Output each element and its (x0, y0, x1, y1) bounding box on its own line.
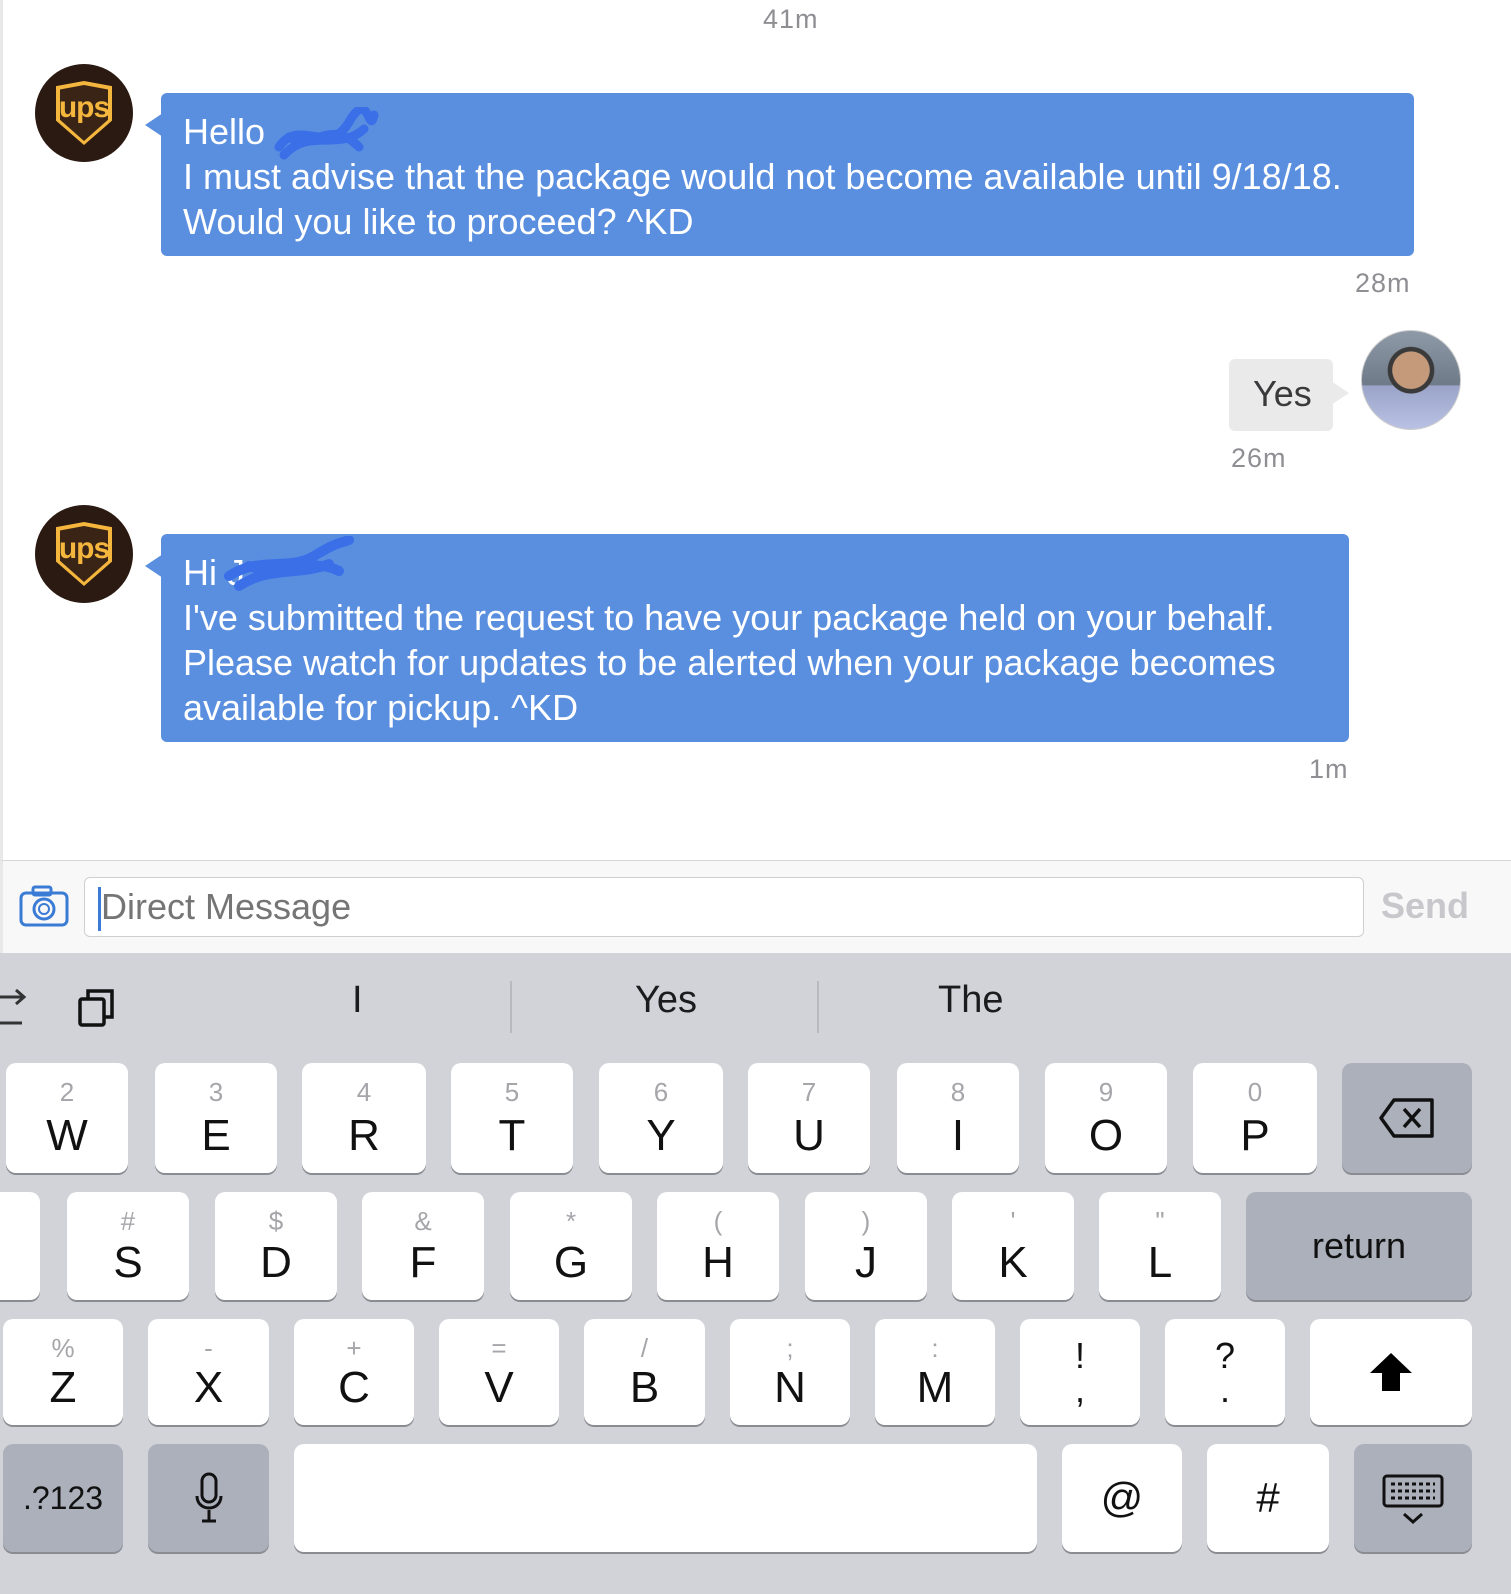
message-time: 26m (1231, 443, 1287, 473)
keyboard: I Yes The 2W 3E 4R 5T 6Y 7U 8I 9O 0P # S … (0, 953, 1511, 1594)
timestamp: 41m (763, 4, 819, 34)
microphone-icon (195, 1472, 223, 1523)
direct-message-input[interactable] (84, 877, 1364, 937)
key-exclamation-comma[interactable]: ! , (1020, 1319, 1140, 1425)
key-m[interactable]: :M (875, 1319, 995, 1425)
key-d[interactable]: $ D (215, 1192, 337, 1300)
message-bubble-incoming[interactable]: Hello I must advise that the package wou… (145, 93, 1414, 256)
message-text: Yes (1253, 373, 1312, 414)
ups-logo-icon: ups (56, 81, 112, 145)
message-bubble-incoming[interactable]: Hi J I've submitted the request to have … (145, 534, 1349, 742)
key-f[interactable]: & F (362, 1192, 484, 1300)
message-line: I've submitted the request to have your … (183, 597, 1275, 638)
text-cursor (98, 887, 101, 931)
suggestion-item[interactable]: Yes (635, 979, 697, 1022)
space-key[interactable] (294, 1444, 1037, 1552)
redaction-scribble (224, 536, 354, 591)
key-z[interactable]: % Z (3, 1319, 123, 1425)
key-a-partial[interactable] (0, 1192, 40, 1300)
at-key[interactable]: @ (1062, 1444, 1182, 1552)
return-key[interactable]: return (1246, 1192, 1472, 1300)
key-u[interactable]: 7U (748, 1063, 870, 1173)
key-w[interactable]: 2W (6, 1063, 128, 1173)
ups-avatar[interactable]: ups (35, 505, 133, 603)
numbers-key[interactable]: .?123 (3, 1444, 123, 1552)
hash-key[interactable]: # (1207, 1444, 1329, 1552)
key-b[interactable]: / B (584, 1319, 705, 1425)
key-s[interactable]: # S (67, 1192, 189, 1300)
user-avatar[interactable] (1361, 330, 1461, 430)
key-v[interactable]: = V (439, 1319, 559, 1425)
backspace-icon (1379, 1098, 1434, 1138)
key-x[interactable]: -X (148, 1319, 269, 1425)
suggestion-item[interactable]: The (938, 979, 1003, 1022)
key-c[interactable]: + C (294, 1319, 414, 1425)
key-r[interactable]: 4R (302, 1063, 426, 1173)
key-k[interactable]: ' K (952, 1192, 1074, 1300)
key-n[interactable]: ; N (730, 1319, 850, 1425)
key-o[interactable]: 9O (1045, 1063, 1167, 1173)
key-y[interactable]: 6Y (599, 1063, 723, 1173)
shift-icon (1370, 1353, 1412, 1391)
redaction-scribble (274, 107, 379, 160)
key-l[interactable]: " L (1099, 1192, 1221, 1300)
message-composer: Send (0, 860, 1511, 953)
cursor-move-icon[interactable] (0, 985, 30, 1029)
key-g[interactable]: * G (510, 1192, 632, 1300)
send-button[interactable]: Send (1381, 885, 1469, 927)
backspace-key[interactable] (1342, 1063, 1472, 1173)
message-time: 28m (1355, 268, 1411, 298)
message-line: Would you like to proceed? ^KD (183, 201, 694, 242)
message-line: available for pickup. ^KD (183, 687, 579, 728)
ups-logo-icon: ups (56, 522, 112, 586)
dictation-key[interactable] (148, 1444, 269, 1552)
clipboard-icon[interactable] (78, 987, 116, 1027)
key-question-period[interactable]: ? . (1165, 1319, 1285, 1425)
key-t[interactable]: 5T (451, 1063, 573, 1173)
message-line: Please watch for updates to be alerted w… (183, 642, 1276, 683)
shift-key[interactable] (1310, 1319, 1472, 1425)
keyboard-dismiss-icon (1382, 1474, 1444, 1525)
key-i[interactable]: 8I (897, 1063, 1019, 1173)
key-e[interactable]: 3E (155, 1063, 277, 1173)
key-h[interactable]: (H (657, 1192, 779, 1300)
conversation-area: 41m ups Hello I must advise that the pac… (0, 0, 1511, 875)
dismiss-keyboard-key[interactable] (1354, 1444, 1472, 1552)
key-p[interactable]: 0P (1193, 1063, 1317, 1173)
camera-icon[interactable] (19, 885, 69, 927)
message-time: 1m (1309, 754, 1349, 784)
ups-avatar[interactable]: ups (35, 64, 133, 162)
message-bubble-outgoing[interactable]: Yes (1229, 359, 1349, 431)
key-j[interactable]: ) J (805, 1192, 927, 1300)
suggestion-item[interactable]: I (352, 979, 363, 1022)
